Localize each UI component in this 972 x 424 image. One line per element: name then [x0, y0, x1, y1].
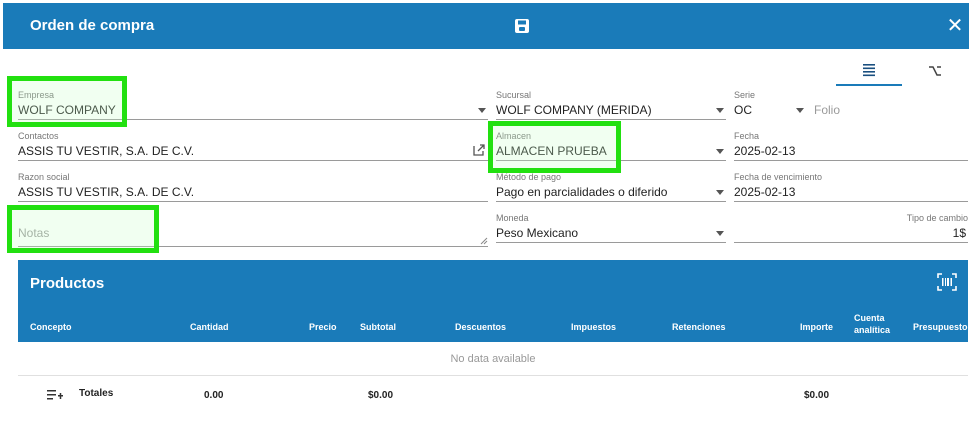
- fecha-vencimiento-value: 2025-02-13: [734, 185, 796, 199]
- empresa-caret-icon[interactable]: [478, 108, 486, 113]
- list-view-icon: [863, 64, 875, 77]
- tab-list-view[interactable]: [836, 56, 902, 86]
- totals-cantidad: 0.00: [204, 390, 224, 401]
- column-header[interactable]: Subtotal: [360, 322, 396, 332]
- metodo-pago-label: Método de pago: [496, 172, 562, 182]
- serie-value: OC: [734, 103, 752, 117]
- save-icon[interactable]: [513, 17, 531, 35]
- tab-alternate-view[interactable]: [902, 56, 968, 86]
- resize-handle-icon[interactable]: [480, 237, 488, 245]
- column-header[interactable]: Retenciones: [672, 322, 726, 332]
- folio-placeholder: Folio: [814, 103, 841, 117]
- tipo-cambio-input[interactable]: Tipo de cambio 1$: [734, 213, 968, 243]
- highlight-almacen: [488, 121, 621, 173]
- razon-social-label: Razon social: [18, 172, 70, 182]
- open-external-icon[interactable]: [472, 143, 486, 157]
- sucursal-value: WOLF COMPANY (MERIDA): [496, 103, 652, 117]
- fecha-input[interactable]: Fecha 2025-02-13: [734, 131, 968, 161]
- contactos-label: Contactos: [18, 131, 59, 141]
- column-header[interactable]: Descuentos: [455, 322, 506, 332]
- totals-importe: $0.00: [804, 390, 830, 401]
- serie-select[interactable]: Serie OC: [734, 90, 806, 120]
- column-header[interactable]: Concepto: [30, 322, 72, 332]
- folio-input[interactable]: Folio: [814, 90, 968, 120]
- fecha-value: 2025-02-13: [734, 144, 796, 158]
- totals-label: Totales: [79, 388, 114, 399]
- highlight-notas: [7, 205, 159, 253]
- products-header: Productos Concepto Cantidad Precio Subto…: [18, 260, 968, 342]
- sucursal-caret-icon[interactable]: [716, 108, 724, 113]
- tipo-cambio-label: Tipo de cambio: [906, 213, 968, 223]
- razon-social-value: ASSIS TU VESTIR, S.A. DE C.V.: [18, 185, 195, 199]
- totals-subtotal: $0.00: [368, 390, 394, 401]
- products-title: Productos: [30, 275, 105, 292]
- moneda-select[interactable]: Moneda Peso Mexicano: [496, 213, 726, 243]
- metodo-pago-caret-icon[interactable]: [716, 190, 724, 195]
- tipo-cambio-value: 1$: [952, 226, 966, 240]
- fecha-vencimiento-label: Fecha de vencimiento: [734, 172, 823, 182]
- alternate-icon: [929, 66, 941, 76]
- dialog-title: Orden de compra: [30, 17, 155, 34]
- sucursal-label: Sucursal: [496, 90, 532, 100]
- fecha-vencimiento-input[interactable]: Fecha de vencimiento 2025-02-13: [734, 172, 968, 202]
- moneda-label: Moneda: [496, 213, 529, 223]
- almacen-caret-icon[interactable]: [716, 149, 724, 154]
- serie-caret-icon[interactable]: [796, 108, 804, 113]
- moneda-value: Peso Mexicano: [496, 226, 579, 240]
- column-header[interactable]: Impuestos: [571, 322, 616, 332]
- fecha-label: Fecha: [734, 131, 760, 141]
- sucursal-select[interactable]: Sucursal WOLF COMPANY (MERIDA): [496, 90, 726, 120]
- barcode-scan-icon[interactable]: [937, 273, 957, 291]
- highlight-empresa: [7, 76, 127, 127]
- close-icon[interactable]: ✕: [945, 16, 965, 36]
- moneda-caret-icon[interactable]: [716, 231, 724, 236]
- add-row-icon[interactable]: [47, 389, 63, 401]
- column-header[interactable]: Cuenta analítica: [854, 312, 894, 336]
- metodo-pago-value: Pago en parcialidades o diferido: [496, 185, 668, 199]
- column-header[interactable]: Importe: [800, 322, 833, 332]
- column-header[interactable]: Presupuesto: [913, 322, 968, 332]
- contactos-select[interactable]: Contactos ASSIS TU VESTIR, S.A. DE C.V.: [18, 131, 488, 161]
- metodo-pago-select[interactable]: Método de pago Pago en parcialidades o d…: [496, 172, 726, 202]
- empty-table-message: No data available: [18, 342, 968, 376]
- razon-social-input[interactable]: Razon social ASSIS TU VESTIR, S.A. DE C.…: [18, 172, 488, 202]
- contactos-value: ASSIS TU VESTIR, S.A. DE C.V.: [18, 144, 195, 158]
- products-section: Productos Concepto Cantidad Precio Subto…: [18, 260, 968, 424]
- column-header[interactable]: Precio: [309, 322, 337, 332]
- column-header[interactable]: Cantidad: [190, 322, 229, 332]
- serie-label: Serie: [734, 90, 756, 100]
- dialog-header: Orden de compra ✕: [3, 3, 969, 49]
